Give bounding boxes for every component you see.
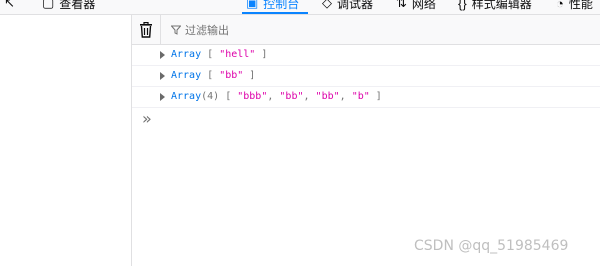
- console-output: Array [ "hell" ] Array [ "bb" ] Array(4)…: [132, 45, 600, 108]
- tab-network[interactable]: ⇅ 网络: [396, 0, 436, 13]
- console-toolbar: 过滤输出: [132, 15, 600, 45]
- filter-placeholder: 过滤输出: [185, 24, 229, 37]
- inspector-icon: ▢: [42, 0, 55, 10]
- console-icon: ▣: [246, 0, 259, 10]
- active-tab-indicator: [242, 12, 308, 14]
- pointer-icon: ↖: [4, 0, 15, 10]
- tab-label: 查看器: [59, 0, 96, 11]
- tab-label: 控制台: [263, 0, 300, 11]
- tab-label: 样式编辑器: [471, 0, 532, 11]
- console-message[interactable]: Array [ "bb" ]: [132, 66, 600, 87]
- tab-label: 网络: [411, 0, 436, 11]
- tab-style-editor[interactable]: {} 样式编辑器: [458, 0, 532, 13]
- filter-output-input[interactable]: 过滤输出: [171, 22, 229, 38]
- filter-icon: [171, 25, 181, 35]
- watermark: CSDN @qq_51985469: [414, 238, 569, 254]
- tab-debugger[interactable]: ◇ 调试器: [322, 0, 373, 13]
- tab-performance[interactable]: ◔ 性能: [556, 0, 593, 13]
- message-text: Array [ "hell" ]: [171, 49, 268, 60]
- clear-console-button[interactable]: [132, 15, 161, 44]
- message-text: Array(4) [ "bbb", "bb", "bb", "b" ]: [171, 91, 382, 102]
- performance-icon: ◔: [556, 0, 564, 11]
- tab-inspector[interactable]: ▢ 查看器: [42, 0, 95, 13]
- console-message[interactable]: Array(4) [ "bbb", "bb", "bb", "b" ]: [132, 87, 600, 108]
- debugger-icon: ◇: [322, 0, 332, 10]
- left-panel: [0, 0, 132, 266]
- message-text: Array [ "bb" ]: [171, 70, 256, 81]
- expand-arrow-icon[interactable]: [160, 51, 165, 59]
- console-message[interactable]: Array [ "hell" ]: [132, 45, 600, 66]
- tab-label: 调试器: [337, 0, 374, 11]
- style-editor-icon: {}: [458, 0, 467, 11]
- tab-pick-element[interactable]: ↖: [4, 0, 15, 13]
- console-input-prompt[interactable]: »: [142, 109, 152, 128]
- network-icon: ⇅: [396, 0, 407, 10]
- expand-arrow-icon[interactable]: [160, 72, 165, 80]
- expand-arrow-icon[interactable]: [160, 93, 165, 101]
- devtools-tabbar: ↖ ▢ 查看器 ▣ 控制台 ◇ 调试器 ⇅ 网络 {} 样式编辑器 ◔ 性能: [0, 0, 600, 15]
- tab-label: 性能: [568, 0, 593, 11]
- trash-icon: [140, 21, 152, 38]
